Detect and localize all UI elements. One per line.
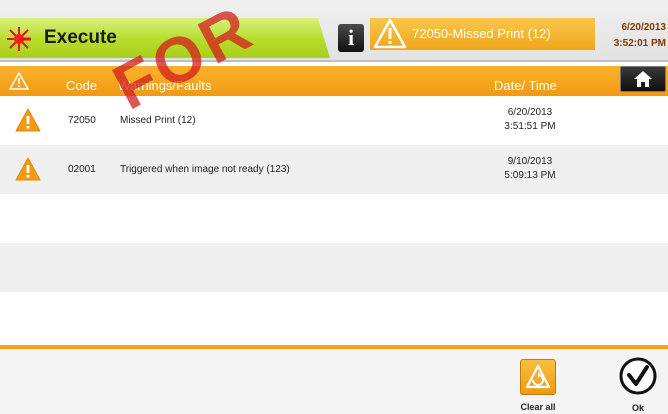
- laser-burst-icon: [7, 27, 31, 51]
- ok-button[interactable]: Ok: [616, 355, 660, 413]
- page-title: Execute: [44, 27, 117, 48]
- column-header-datetime: Date/ Time: [494, 78, 557, 93]
- home-button[interactable]: [620, 66, 666, 92]
- row-code: 72050: [68, 115, 96, 126]
- row-datetime: 9/10/2013 5:09:13 PM: [490, 155, 570, 183]
- row-date: 6/20/2013: [507, 107, 553, 118]
- column-header-code: Code: [66, 78, 98, 93]
- warning-triangle-icon: [373, 18, 407, 49]
- clear-all-icon: [520, 359, 556, 395]
- footer-bar: Clear all Ok: [0, 349, 668, 414]
- clear-all-button[interactable]: Clear all: [514, 355, 562, 412]
- row-datetime: 6/20/2013 3:51:51 PM: [490, 106, 570, 134]
- alarm-text: 72050-Missed Print (12): [412, 26, 551, 41]
- warning-column-icon: [9, 72, 29, 90]
- row-time: 3:51:51 PM: [504, 121, 556, 132]
- top-bar: Execute i 72050-Missed Print (12) 6/20/2…: [0, 0, 668, 62]
- current-date: 6/20/2013: [621, 22, 667, 33]
- screen-title-tab: Execute: [0, 18, 330, 58]
- table-row-empty: [0, 292, 668, 341]
- table-row[interactable]: 02001 Triggered when image not ready (12…: [0, 145, 668, 194]
- home-icon: [634, 71, 652, 87]
- table-row[interactable]: 72050 Missed Print (12) 6/20/2013 3:51:5…: [0, 96, 668, 145]
- info-button[interactable]: i: [338, 24, 364, 52]
- clear-all-label: Clear all: [520, 402, 556, 412]
- active-alarm-banner[interactable]: 72050-Missed Print (12): [370, 18, 595, 50]
- row-date: 9/10/2013: [507, 156, 553, 167]
- row-description: Missed Print (12): [120, 115, 196, 126]
- table-row-empty: [0, 194, 668, 243]
- warning-triangle-icon: [15, 157, 41, 181]
- column-header-description: Warnings/Faults: [118, 78, 212, 93]
- current-datetime: 6/20/2013 3:52:01 PM: [614, 20, 666, 52]
- row-time: 5:09:13 PM: [504, 170, 556, 181]
- warning-triangle-icon: [15, 108, 41, 132]
- ok-label: Ok: [631, 403, 644, 413]
- table-header: Code Warnings/Faults Date/ Time: [0, 66, 668, 96]
- table-row-empty: [0, 243, 668, 292]
- current-time: 3:52:01 PM: [613, 38, 666, 49]
- check-circle-icon: [619, 357, 657, 395]
- row-code: 02001: [68, 164, 96, 175]
- row-description: Triggered when image not ready (123): [120, 164, 290, 175]
- refresh-triangle-icon: [525, 364, 551, 389]
- fault-list: 72050 Missed Print (12) 6/20/2013 3:51:5…: [0, 96, 668, 341]
